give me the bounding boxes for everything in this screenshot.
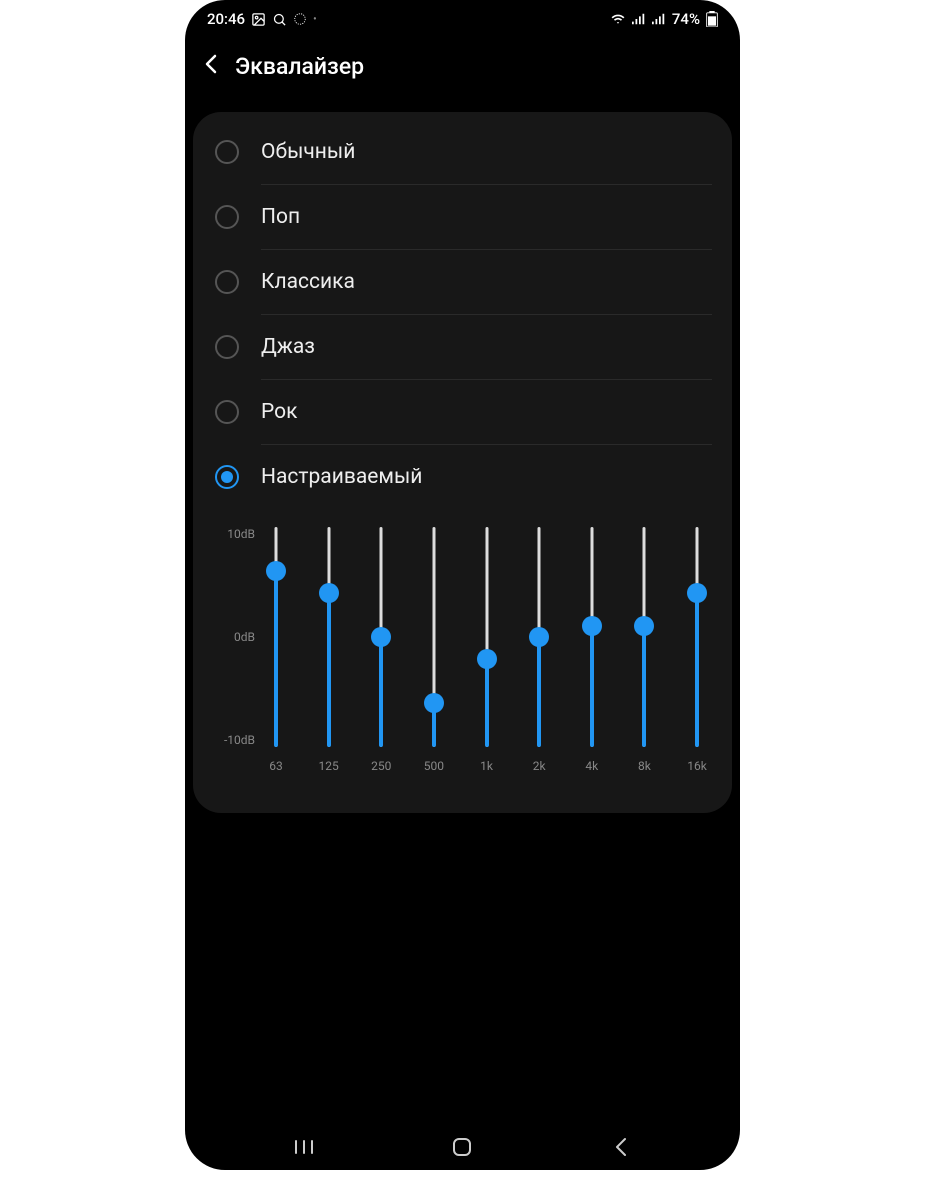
app-bar: Эквалайзер <box>185 38 740 94</box>
preset-label: Рок <box>261 400 297 424</box>
slider-knob[interactable] <box>687 583 707 603</box>
settings-icon <box>293 12 307 26</box>
ytick-mid: 0dB <box>215 630 255 644</box>
radio-icon <box>215 205 239 229</box>
radio-icon <box>215 270 239 294</box>
back-button[interactable] <box>205 53 217 79</box>
slider-knob[interactable] <box>266 561 286 581</box>
preset-label: Настраиваемый <box>261 465 422 489</box>
preset-label: Джаз <box>261 335 315 359</box>
eq-band-slider[interactable] <box>476 527 498 747</box>
image-icon <box>251 12 266 27</box>
status-bar: 20:46 • 74% <box>185 0 740 38</box>
slider-knob[interactable] <box>634 616 654 636</box>
eq-band-slider[interactable] <box>318 527 340 747</box>
preset-label: Обычный <box>261 140 355 164</box>
preset-label: Классика <box>261 270 355 294</box>
radio-icon <box>215 465 239 489</box>
battery-icon <box>706 11 718 27</box>
eq-band-slider[interactable] <box>581 527 603 747</box>
xtick-label: 16k <box>682 759 712 773</box>
slider-fill <box>642 626 646 747</box>
preset-option[interactable]: Поп <box>193 185 732 249</box>
signal-icon-1 <box>632 13 646 25</box>
ytick-bot: -10dB <box>215 733 255 747</box>
slider-fill <box>274 571 278 747</box>
dot-icon: • <box>313 14 317 25</box>
slider-knob[interactable] <box>582 616 602 636</box>
xtick-label: 63 <box>261 759 291 773</box>
slider-fill <box>485 659 489 747</box>
search-icon <box>272 12 287 27</box>
slider-knob[interactable] <box>424 693 444 713</box>
xtick-label: 125 <box>314 759 344 773</box>
xtick-label: 4k <box>577 759 607 773</box>
slider-fill <box>695 593 699 747</box>
preset-option[interactable]: Настраиваемый <box>193 445 732 509</box>
preset-label: Поп <box>261 205 300 229</box>
eq-band-slider[interactable] <box>528 527 550 747</box>
nav-back-button[interactable] <box>601 1127 641 1167</box>
page-title: Эквалайзер <box>235 53 364 80</box>
equalizer-chart: 10dB 0dB -10dB 631252505001k2k4k8k16k <box>261 527 712 773</box>
radio-icon <box>215 335 239 359</box>
status-time: 20:46 <box>207 10 245 28</box>
slider-fill <box>590 626 594 747</box>
ytick-top: 10dB <box>215 527 255 541</box>
battery-text: 74% <box>672 10 700 28</box>
eq-bands <box>261 527 712 747</box>
nav-bar <box>185 1124 740 1170</box>
signal-icon-2 <box>652 13 666 25</box>
xtick-label: 250 <box>366 759 396 773</box>
slider-knob[interactable] <box>529 627 549 647</box>
preset-option[interactable]: Рок <box>193 380 732 444</box>
xtick-label: 1k <box>472 759 502 773</box>
eq-band-slider[interactable] <box>265 527 287 747</box>
preset-option[interactable]: Обычный <box>193 120 732 184</box>
xtick-label: 500 <box>419 759 449 773</box>
eq-band-slider[interactable] <box>633 527 655 747</box>
xtick-label: 2k <box>524 759 554 773</box>
eq-band-slider[interactable] <box>423 527 445 747</box>
eq-x-axis: 63 125 250 500 1k 2k 4k 8k 16k <box>261 759 712 773</box>
radio-icon <box>215 400 239 424</box>
eq-band-slider[interactable] <box>686 527 708 747</box>
slider-knob[interactable] <box>477 649 497 669</box>
preset-option[interactable]: Джаз <box>193 315 732 379</box>
preset-list: Обычный Поп Классика Джаз Рок Настраиваемый <box>193 120 732 509</box>
slider-fill <box>327 593 331 747</box>
xtick-label: 8k <box>629 759 659 773</box>
radio-icon <box>215 140 239 164</box>
wifi-icon <box>610 12 626 26</box>
slider-fill <box>379 637 383 747</box>
slider-fill <box>537 637 541 747</box>
slider-knob[interactable] <box>371 627 391 647</box>
nav-recent-button[interactable] <box>284 1127 324 1167</box>
preset-option[interactable]: Классика <box>193 250 732 314</box>
phone-frame: 20:46 • 74% <box>185 0 740 1170</box>
nav-home-button[interactable] <box>442 1127 482 1167</box>
slider-knob[interactable] <box>319 583 339 603</box>
eq-band-slider[interactable] <box>370 527 392 747</box>
eq-y-axis: 10dB 0dB -10dB <box>215 527 255 747</box>
content-panel: Обычный Поп Классика Джаз Рок Настраиваемый 1… <box>193 112 732 813</box>
